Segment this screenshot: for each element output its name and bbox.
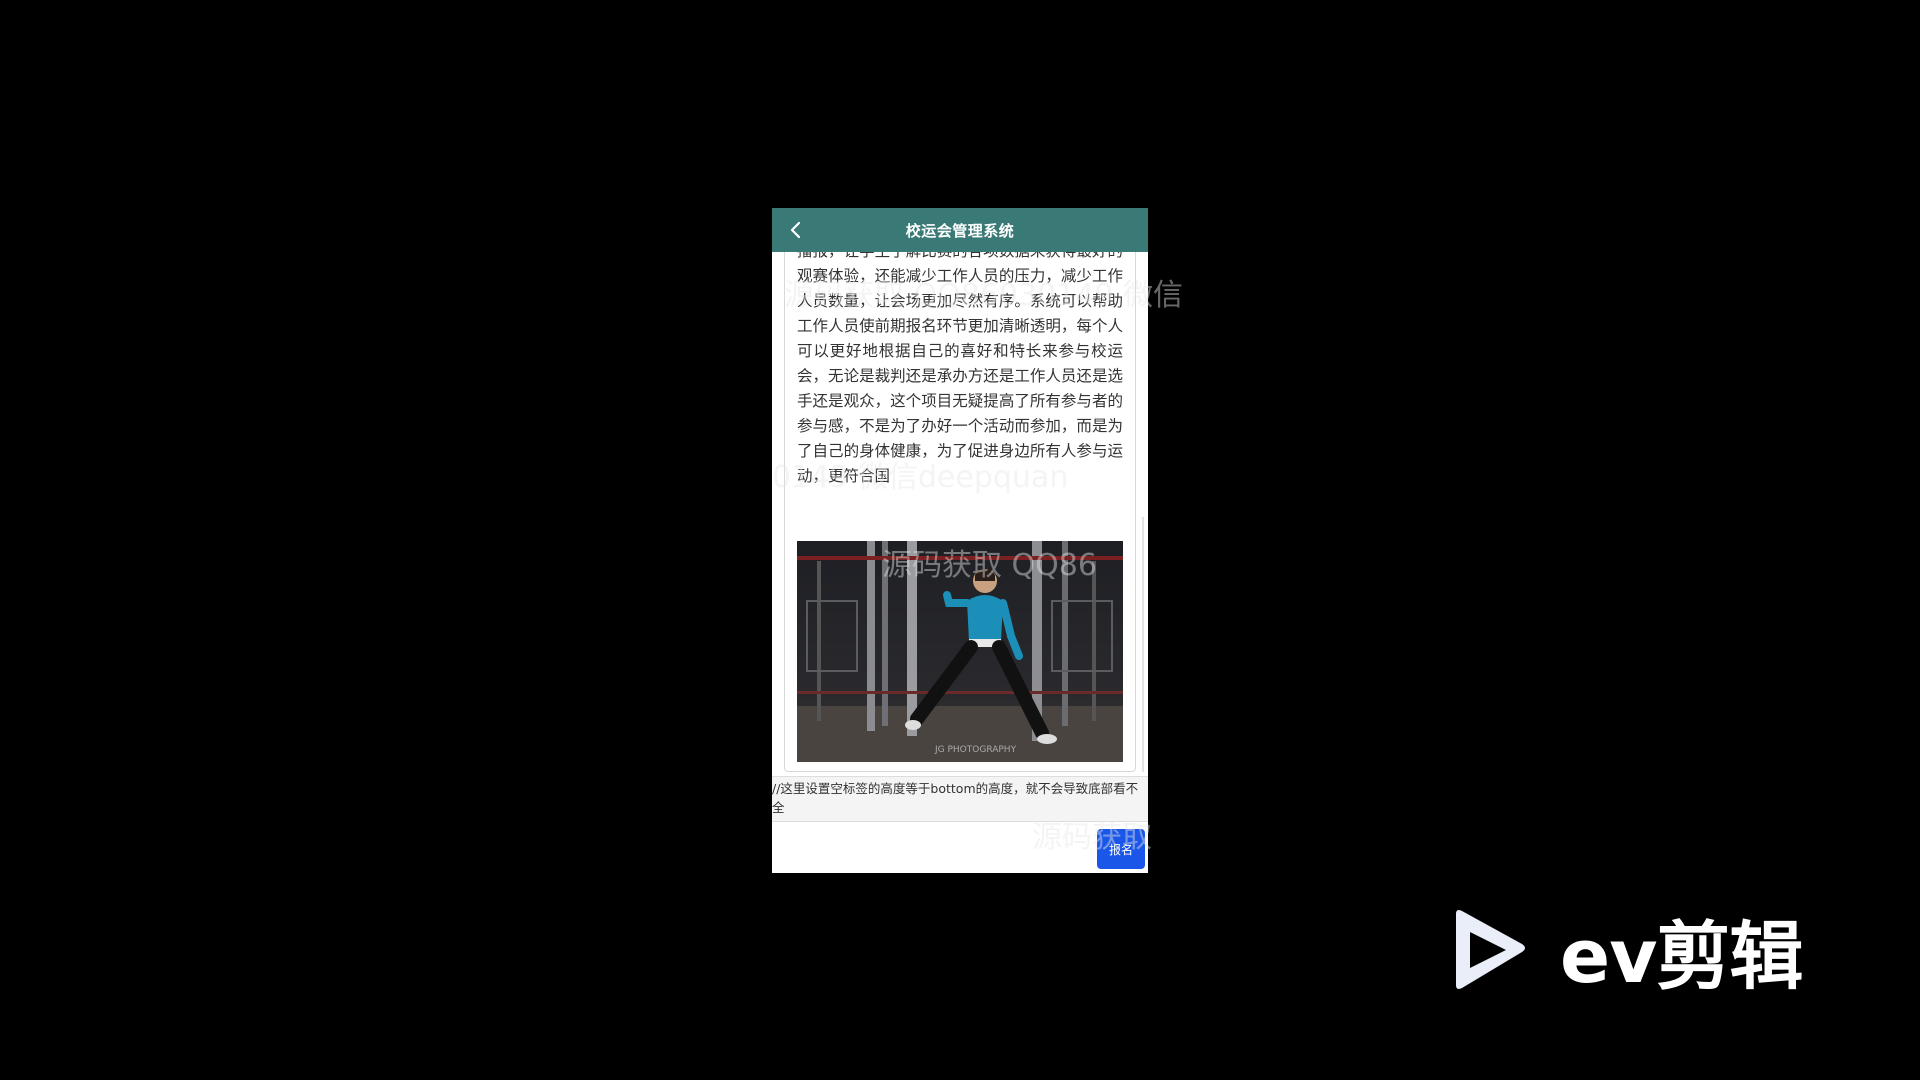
photo-caption: JG PHOTOGRAPHY [934, 745, 1017, 755]
page-title: 校运会管理系统 [905, 221, 1015, 240]
code-comment-note: //这里设置空标签的高度等于bottom的高度，就不会导致底部看不全 [772, 776, 1148, 822]
article-photo: JG PHOTOGRAPHY [797, 541, 1123, 762]
signup-button[interactable]: 报名 [1097, 829, 1145, 869]
chevron-left-icon [790, 221, 801, 239]
app-screen: 校运会管理系统 播报，让学生了解比赛的各项数据来获得最好的观赛体验，还能减少工作… [772, 208, 1148, 873]
scroll-content[interactable]: 播报，让学生了解比赛的各项数据来获得最好的观赛体验，还能减少工作人员的压力，减少… [772, 252, 1148, 772]
article-text: 播报，让学生了解比赛的各项数据来获得最好的观赛体验，还能减少工作人员的压力，减少… [797, 252, 1123, 485]
play-triangle-icon [1456, 910, 1525, 989]
back-button[interactable] [782, 216, 810, 244]
ev-editor-logo: ev剪辑 [1448, 904, 1824, 1000]
ev-brand-text: ev剪辑 [1560, 913, 1803, 1000]
app-header: 校运会管理系统 [772, 208, 1148, 253]
scrollbar[interactable] [1142, 517, 1144, 772]
gym-photo-image: JG PHOTOGRAPHY [797, 541, 1123, 762]
article-card: 播报，让学生了解比赛的各项数据来获得最好的观赛体验，还能减少工作人员的压力，减少… [784, 252, 1136, 772]
